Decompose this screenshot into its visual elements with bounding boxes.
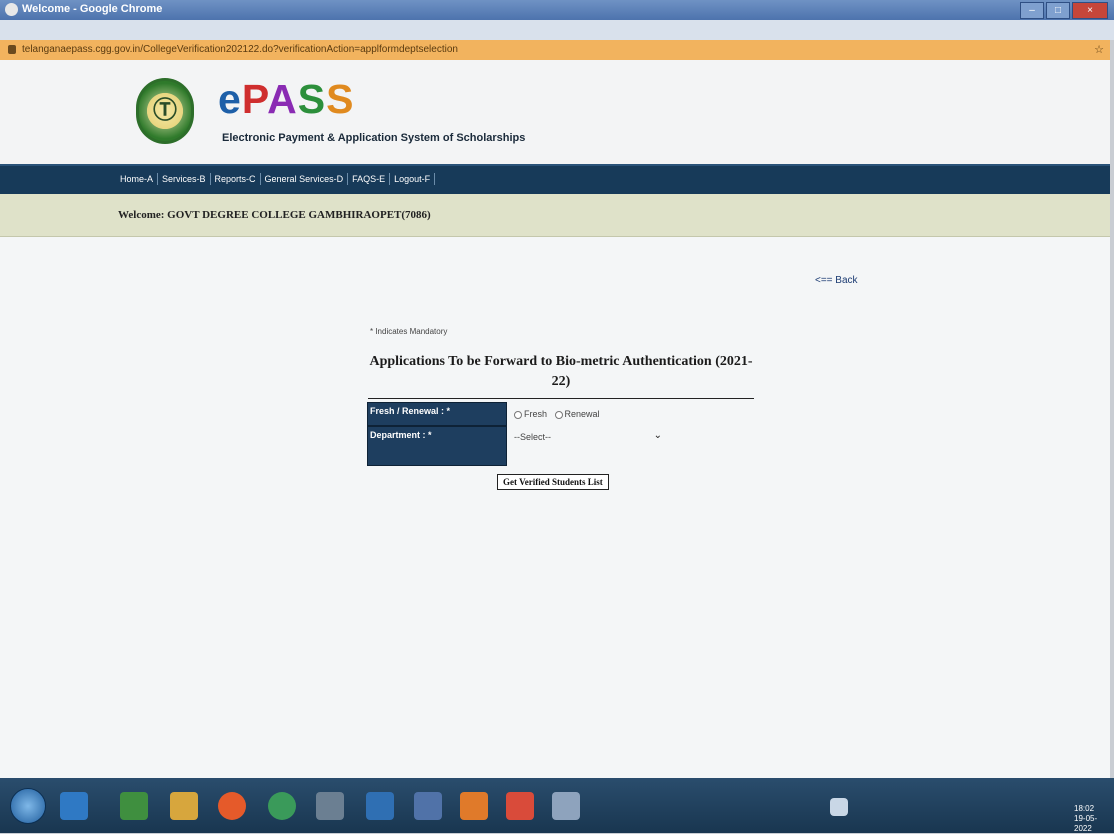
nav-item-logout[interactable]: Logout-F [390,173,436,185]
tray-icon[interactable] [830,798,848,816]
site-header: Ⓣ ePASS Electronic Payment & Application… [0,60,1110,166]
clock-time: 18:02 [1074,804,1095,813]
window-titlebar: Welcome - Google Chrome – □ × [0,0,1114,20]
epass-logo: ePASS [218,76,355,122]
welcome-bar: Welcome: GOVT DEGREE COLLEGE GAMBHIRAOPE… [0,194,1110,237]
powerpoint-icon[interactable] [460,792,488,820]
site-subtitle: Electronic Payment & Application System … [222,132,526,144]
browser-toolbar [0,20,1114,40]
mandatory-note: * Indicates Mandatory [370,327,448,336]
start-button[interactable] [10,788,46,824]
paint-icon[interactable] [552,792,580,820]
ie-icon[interactable] [60,792,88,820]
main-nav: Home-A Services-B Reports-C General Serv… [0,164,1110,194]
url-text[interactable]: telanganaepass.cgg.gov.in/CollegeVerific… [22,44,458,55]
nav-item-faqs[interactable]: FAQS-E [348,173,391,185]
nav-item-services[interactable]: Services-B [158,173,211,185]
form-title: Applications To be Forward to Bio-metric… [368,352,754,399]
scanner-icon[interactable] [316,792,344,820]
get-verified-students-button[interactable]: Get Verified Students List [497,474,609,490]
minimize-button[interactable]: – [1020,2,1044,19]
bookmark-star-icon[interactable]: ☆ [1094,43,1104,56]
department-select-value: --Select-- [514,432,552,442]
maximize-button[interactable]: □ [1046,2,1070,19]
nav-item-home[interactable]: Home-A [116,173,159,185]
nav-item-general-services[interactable]: General Services-D [261,173,349,185]
back-link[interactable]: <== Back [815,275,858,286]
fresh-option-label: Fresh [524,409,548,419]
excel-icon[interactable] [120,792,148,820]
department-select[interactable]: --Select-- ⌄ [514,430,664,446]
department-label: Department : * [370,430,432,440]
telangana-emblem-icon: Ⓣ [136,78,194,144]
page-content: Ⓣ ePASS Electronic Payment & Application… [0,60,1110,778]
window-controls: – □ × [1020,2,1108,19]
lock-icon [8,45,16,54]
chrome-icon [5,3,18,16]
taskbar-clock[interactable]: 18:02 19-05-2022 [1074,804,1114,834]
fresh-renewal-label-cell: Fresh / Renewal : * [367,402,507,426]
window-title: Welcome - Google Chrome [22,3,163,15]
fresh-radio[interactable] [514,410,522,419]
close-button[interactable]: × [1072,2,1108,19]
fresh-renewal-label: Fresh / Renewal : * [370,406,451,416]
department-label-cell: Department : * [367,426,507,466]
chevron-down-icon: ⌄ [653,430,662,441]
app-icon[interactable] [268,792,296,820]
clock-date: 19-05-2022 [1074,814,1098,833]
media-icon[interactable] [366,792,394,820]
renewal-radio[interactable] [554,410,563,419]
chrome-taskbar-icon[interactable] [218,792,246,820]
folder-icon[interactable] [170,792,198,820]
word-icon[interactable] [414,792,442,820]
fresh-renewal-options: Fresh Renewal [514,409,600,419]
welcome-text: Welcome: GOVT DEGREE COLLEGE GAMBHIRAOPE… [118,209,431,221]
address-bar[interactable]: telanganaepass.cgg.gov.in/CollegeVerific… [0,40,1110,60]
nav-item-reports[interactable]: Reports-C [211,173,261,185]
renewal-option-label: Renewal [564,409,600,419]
windows-taskbar: 18:02 19-05-2022 [0,778,1114,833]
chrome-active-icon[interactable] [506,792,534,820]
